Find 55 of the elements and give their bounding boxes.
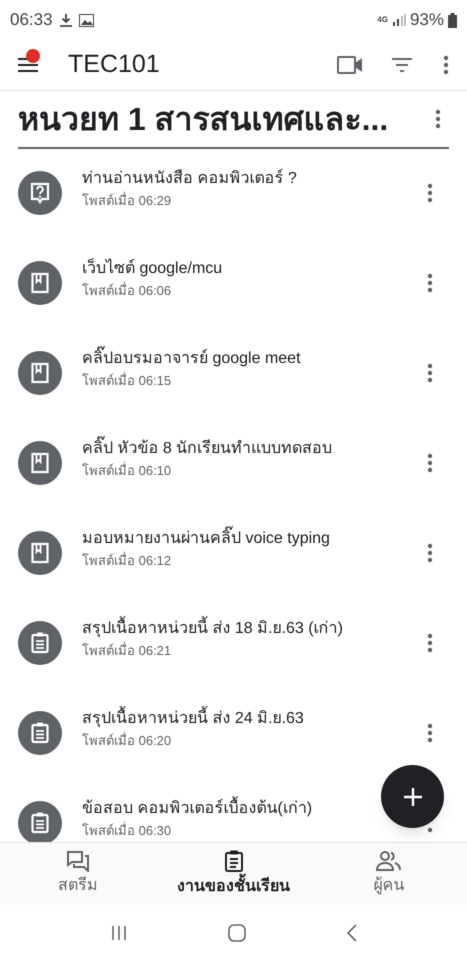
more-icon[interactable]	[427, 183, 433, 203]
class-title: TEC101	[68, 49, 161, 80]
topic-title: หนวยท 1 สารสนเทศและ...	[18, 103, 388, 135]
item-title: คลิ๊ปอบรมอาจารย์ google meet	[82, 347, 427, 371]
network-type: 4G	[377, 16, 388, 24]
more-icon[interactable]	[427, 827, 433, 833]
more-icon[interactable]	[427, 543, 433, 563]
battery-percent: 93%	[410, 9, 444, 32]
more-icon[interactable]	[427, 453, 433, 473]
people-icon	[376, 850, 402, 872]
item-title: เว็บไซต์ google/mcu	[82, 257, 224, 279]
more-icon[interactable]	[427, 273, 433, 293]
item-title: สรุปเนื้อหาหน่วยนี้ ส่ง 24 มิ.ย.63	[82, 707, 427, 731]
posted-time: โพสต์เมื่อ 06:06	[82, 281, 172, 300]
bookmark-icon	[18, 351, 62, 395]
nav-tab[interactable]: งานของชั้นเรียน	[156, 843, 312, 905]
clipboard-icon	[224, 849, 244, 873]
bookmark-icon	[18, 531, 62, 575]
nav-tab[interactable]: ผู้คน	[311, 843, 467, 905]
chat-icon	[66, 850, 90, 872]
question-icon	[18, 171, 62, 215]
signal-icon	[392, 14, 406, 26]
item-title: มอบหมายงานผ่านคลิ๊ป voice typing	[82, 527, 427, 551]
posted-time: โพสต์เมื่อ 06:21	[82, 641, 172, 660]
battery-icon	[448, 12, 457, 28]
item-title: สรุปเนื้อหาหน่วยนี้ ส่ง 18 มิ.ย.63 (เก่า)	[82, 617, 427, 641]
posted-time: โพสต์เมื่อ 06:15	[82, 371, 172, 390]
clipboard-icon	[18, 711, 62, 755]
posted-time: โพสต์เมื่อ 06:29	[82, 191, 172, 210]
posted-time: โพสต์เมื่อ 06:12	[82, 551, 172, 570]
bookmark-icon	[18, 261, 62, 305]
item-title: ท่านอ่านหนังสือ คอมพิวเตอร์ ?	[82, 168, 298, 189]
posted-time: โพสต์เมื่อ 06:20	[82, 731, 172, 750]
clipboard-icon	[18, 621, 62, 665]
plus-icon	[402, 786, 422, 806]
image-icon	[78, 14, 94, 26]
home-icon[interactable]	[228, 924, 246, 942]
recent-apps-icon[interactable]	[110, 924, 126, 940]
bookmark-icon	[18, 441, 62, 485]
video-camera-icon[interactable]	[337, 56, 363, 74]
more-icon[interactable]	[443, 55, 449, 75]
posted-time: โพสต์เมื่อ 06:30	[82, 821, 172, 840]
item-title: ข้อสอบ คอมพิวเตอร์เบื้องต้น(เก่า)	[82, 797, 427, 821]
nav-tab[interactable]: สตรีม	[0, 843, 156, 905]
more-icon[interactable]	[427, 363, 433, 383]
posted-time: โพสต์เมื่อ 06:10	[82, 461, 172, 480]
item-title: คลิ๊ป หัวข้อ 8 นักเรียนทำแบบทดสอบ	[82, 437, 427, 461]
download-icon	[58, 13, 73, 27]
filter-icon[interactable]	[391, 57, 413, 73]
back-icon[interactable]	[346, 924, 356, 942]
more-icon[interactable]	[427, 723, 433, 743]
clock-time: 06:33	[10, 9, 53, 32]
more-icon[interactable]	[435, 109, 441, 129]
more-icon[interactable]	[427, 633, 433, 653]
menu-icon	[18, 58, 38, 72]
